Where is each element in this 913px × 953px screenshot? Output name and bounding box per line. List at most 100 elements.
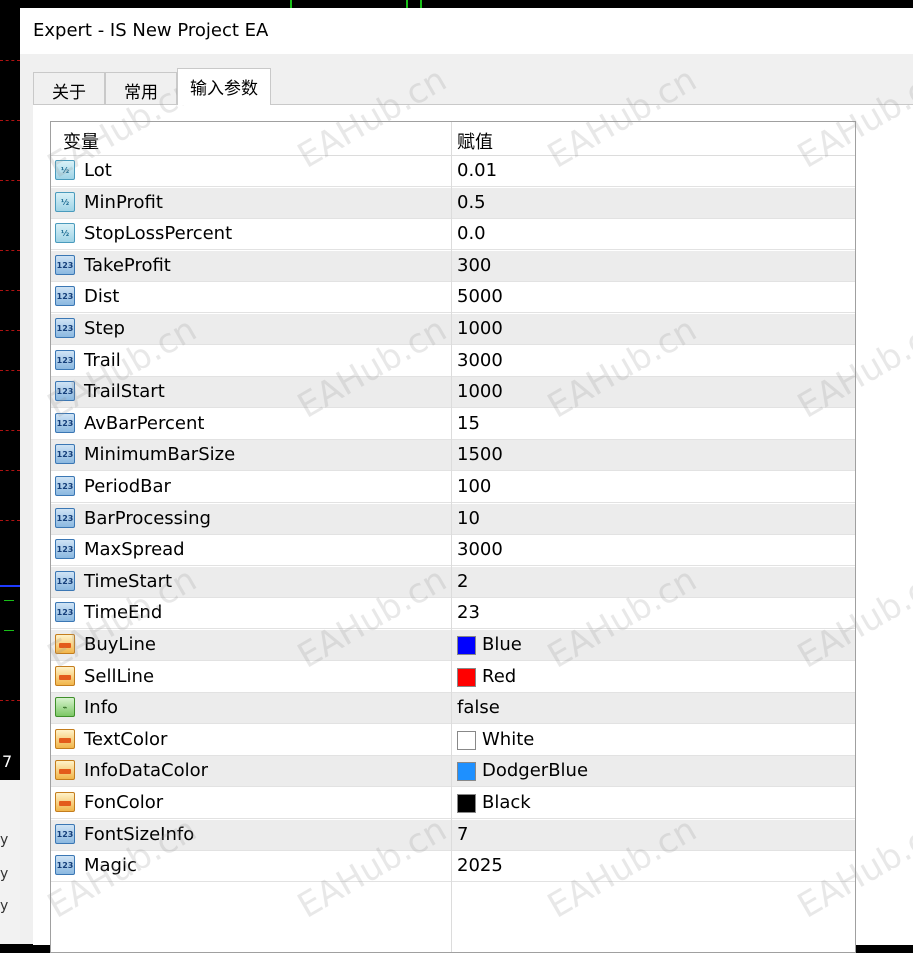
tab-common[interactable]: 常用 [105, 72, 177, 104]
column-separator[interactable] [451, 122, 452, 952]
int-param-icon: 123 [55, 318, 75, 338]
color-swatch [457, 636, 476, 655]
table-row[interactable]: 123 TimeEnd 23 [51, 598, 855, 630]
int-param-icon: 123 [55, 444, 75, 465]
parameter-value[interactable]: false [457, 697, 500, 718]
tab-inputs[interactable]: 输入参数 [177, 68, 271, 105]
column-header-variable[interactable]: 变量 [63, 128, 99, 154]
table-row[interactable]: 123 MinimumBarSize 1500 [51, 440, 855, 472]
parameter-value[interactable]: 3000 [457, 350, 503, 371]
parameter-name: TrailStart [84, 381, 165, 403]
double-param-icon: ½ [55, 223, 75, 244]
side-panel-label: y [0, 832, 9, 848]
table-row[interactable]: 123 Step 1000 [51, 314, 855, 345]
table-row[interactable]: FonColor Black [51, 788, 855, 819]
color-param-icon [55, 792, 75, 812]
parameter-name: MaxSpread [84, 539, 185, 561]
parameter-name: FonColor [84, 792, 164, 813]
input-parameters-table: 变量 赋值 ½ Lot 0.01 ½ MinProfit 0.5 ½ StopLossPerc… [50, 121, 856, 953]
parameter-name: Magic [84, 855, 137, 877]
parameter-value[interactable]: 3000 [457, 539, 503, 560]
parameter-value[interactable]: White [482, 729, 534, 750]
tab-about[interactable]: 关于 [33, 72, 105, 104]
parameter-name: StopLossPercent [84, 223, 233, 245]
bool-param-icon: ⌁ [55, 697, 75, 718]
parameter-name: TakeProfit [84, 254, 171, 276]
table-row[interactable]: 123 Dist 5000 [51, 282, 855, 314]
parameter-value[interactable]: 100 [457, 476, 491, 497]
int-param-icon: 123 [55, 570, 75, 591]
parameter-value[interactable]: 1000 [457, 318, 503, 339]
int-param-icon: 123 [55, 855, 75, 876]
parameter-name: MinProfit [84, 191, 163, 213]
table-header: 变量 赋值 [51, 122, 855, 156]
table-row[interactable]: SellLine Red [51, 662, 855, 693]
parameter-name: Dist [84, 286, 120, 308]
parameter-value[interactable]: DodgerBlue [482, 760, 588, 781]
table-row[interactable]: InfoDataColor DodgerBlue [51, 756, 855, 788]
color-swatch [457, 762, 476, 782]
parameter-value[interactable]: 10 [457, 508, 480, 529]
table-row[interactable]: 123 TakeProfit 300 [51, 250, 855, 282]
parameter-value[interactable]: 0.01 [457, 160, 497, 181]
inputs-panel: 变量 赋值 ½ Lot 0.01 ½ MinProfit 0.5 ½ StopLossPerc… [33, 104, 913, 953]
parameter-value[interactable]: 2 [457, 571, 468, 592]
table-row[interactable]: ½ Lot 0.01 [51, 156, 855, 187]
color-param-icon [55, 665, 75, 686]
expert-properties-dialog: Expert - IS New Project EA 关于 常用 输入参数 变量… [20, 8, 913, 953]
double-param-icon: ½ [55, 191, 75, 212]
parameter-value[interactable]: 0.5 [457, 192, 486, 213]
int-param-icon: 123 [55, 539, 75, 560]
parameter-value[interactable]: 7 [457, 824, 468, 845]
chart-top-strip [20, 0, 913, 8]
parameter-value[interactable]: Red [482, 666, 516, 687]
int-param-icon: 123 [55, 823, 75, 844]
tab-strip: 关于 常用 输入参数 [33, 68, 913, 105]
table-row[interactable]: 123 MaxSpread 3000 [51, 535, 855, 567]
color-swatch [457, 730, 476, 750]
int-param-icon: 123 [55, 412, 75, 433]
parameter-value[interactable]: 15 [457, 413, 480, 434]
chart-side-panel: y y y [0, 780, 20, 944]
table-row[interactable]: 123 FontSizeInfo 7 [51, 819, 855, 851]
parameter-value[interactable]: 23 [457, 602, 480, 623]
color-swatch [457, 794, 476, 813]
table-row[interactable]: ½ StopLossPercent 0.0 [51, 219, 855, 251]
table-row[interactable]: ½ MinProfit 0.5 [51, 187, 855, 219]
parameter-value[interactable]: 1000 [457, 381, 503, 402]
parameter-value[interactable]: 0.0 [457, 223, 486, 244]
parameter-name: BarProcessing [84, 507, 211, 529]
parameter-value[interactable]: 1500 [457, 444, 503, 465]
table-row[interactable]: 123 Trail 3000 [51, 346, 855, 377]
parameter-name: MinimumBarSize [84, 444, 236, 466]
parameter-value[interactable]: Black [482, 792, 531, 813]
table-row[interactable]: 123 Magic 2025 [51, 851, 855, 883]
parameter-name: TimeEnd [84, 602, 163, 624]
parameter-name: Lot [84, 160, 112, 181]
parameter-name: InfoDataColor [84, 760, 209, 782]
title-bar[interactable]: Expert - IS New Project EA [20, 8, 913, 54]
chart-axis-label: 7 [2, 752, 13, 771]
parameter-value[interactable]: 2025 [457, 855, 503, 876]
table-row[interactable]: 123 PeriodBar 100 [51, 472, 855, 503]
table-row[interactable]: BuyLine Blue [51, 630, 855, 661]
column-header-value[interactable]: 赋值 [457, 128, 493, 154]
parameter-value[interactable]: 5000 [457, 286, 503, 307]
int-param-icon: 123 [55, 507, 75, 528]
table-row[interactable]: 123 TrailStart 1000 [51, 377, 855, 409]
parameter-value[interactable]: Blue [482, 634, 522, 655]
color-param-icon [55, 728, 75, 749]
table-row[interactable]: 123 TimeStart 2 [51, 566, 855, 598]
parameter-name: FontSizeInfo [84, 823, 195, 845]
parameter-name: Info [84, 697, 119, 719]
color-param-icon [55, 760, 75, 781]
table-row[interactable]: TextColor White [51, 725, 855, 756]
int-param-icon: 123 [55, 476, 75, 496]
table-row[interactable]: ⌁ Info false [51, 693, 855, 725]
parameter-name: BuyLine [84, 634, 156, 655]
table-row[interactable]: 123 AvBarPercent 15 [51, 409, 855, 440]
parameter-name: Step [84, 318, 125, 339]
table-row[interactable]: 123 BarProcessing 10 [51, 503, 855, 535]
parameter-value[interactable]: 300 [457, 255, 491, 276]
color-swatch [457, 667, 476, 687]
